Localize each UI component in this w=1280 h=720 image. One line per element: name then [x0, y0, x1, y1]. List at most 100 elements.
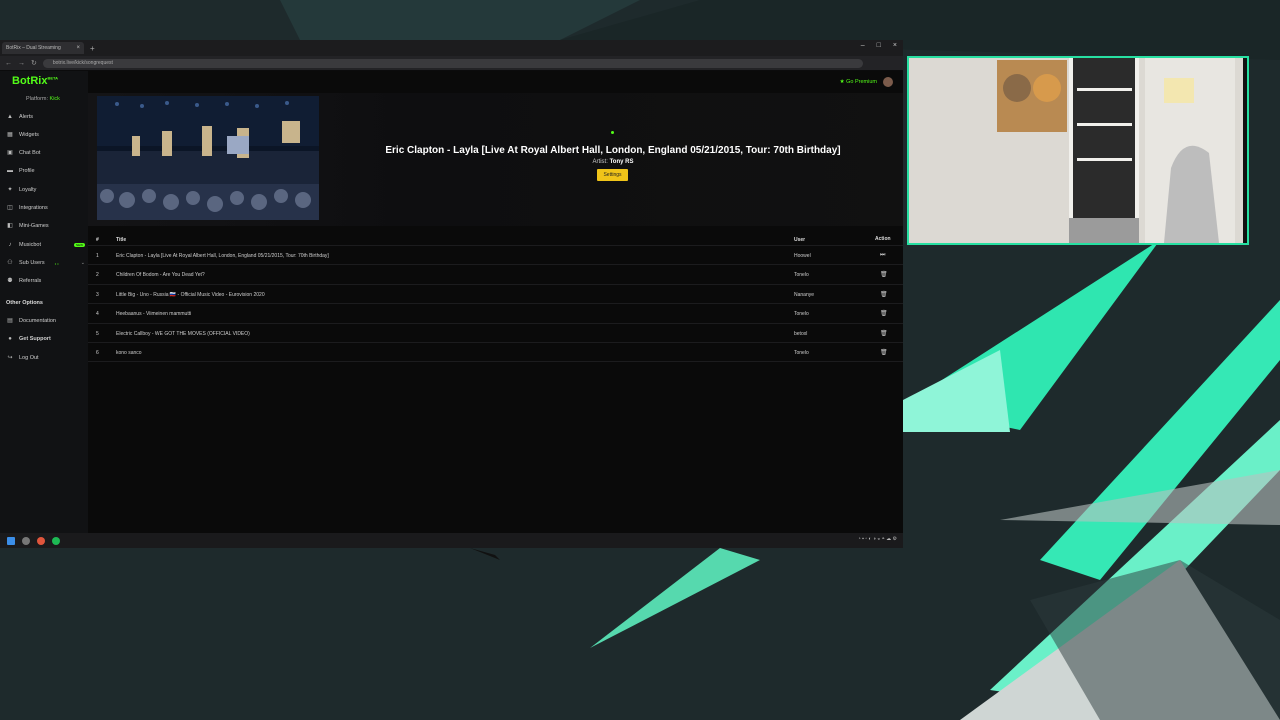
artist-value: Tony RS [609, 159, 634, 165]
row-num: 2 [96, 272, 99, 279]
row-user: Tonelo [794, 311, 809, 318]
delete-icon[interactable]: 🗑 [880, 330, 888, 337]
widget-icon: ▦ [7, 132, 13, 138]
sidebar-item-loyalty[interactable]: ✦ Loyalty [7, 187, 85, 193]
status-dots-icon: • • [54, 260, 59, 266]
row-num: 6 [96, 349, 99, 356]
integrations-icon: ◫ [7, 205, 13, 211]
sidebar-item-label: Sub Users [19, 260, 45, 266]
sidebar-item-label: Integrations [19, 205, 48, 211]
start-menu-icon[interactable] [7, 536, 15, 545]
docs-icon: ▤ [7, 318, 13, 324]
skip-icon[interactable]: ⏭ [880, 252, 885, 259]
col-action-header: Action [875, 236, 891, 242]
row-num: 3 [96, 291, 99, 298]
row-title: kono sanco [116, 349, 142, 356]
sidebar-item-integrations[interactable]: ◫ Integrations [7, 205, 85, 211]
close-window-icon[interactable]: × [893, 42, 897, 49]
sidebar-item-label: Chat Bot [19, 150, 41, 156]
browser-app-icon[interactable] [37, 536, 45, 545]
now-playing-artist: Artist: Tony RS [368, 159, 858, 165]
delete-icon[interactable]: 🗑 [880, 310, 888, 317]
webcam-image [909, 58, 1247, 243]
chevron-down-icon[interactable]: ⌄ [81, 260, 85, 266]
table-row: 6 kono sanco Tonelo 🗑 [88, 343, 903, 363]
delete-icon[interactable]: 🗑 [880, 291, 888, 298]
users-icon: ⚇ [7, 260, 13, 266]
go-premium-button[interactable]: ★ Go Premium [840, 79, 877, 85]
system-tray: ◔ ▪ ▫ ◐ ◑ ◒ ◓ ☁ ⚙ [858, 536, 897, 542]
logo-text: BotRix [12, 75, 48, 87]
back-icon[interactable]: ← [5, 60, 12, 67]
delete-icon[interactable]: 🗑 [880, 349, 888, 356]
new-tab-icon[interactable]: + [90, 44, 95, 53]
sidebar-item-alerts[interactable]: ▲ Alerts [7, 114, 85, 120]
other-options-title: Other Options [6, 300, 43, 306]
sidebar-item-log-out[interactable]: ↪ Log Out [7, 355, 85, 361]
go-premium-label: Go Premium [846, 79, 877, 85]
alert-icon: ▲ [7, 114, 13, 120]
close-tab-icon[interactable]: × [76, 45, 80, 51]
row-title: Eric Clapton - Layla [Live At Royal Albe… [116, 253, 329, 259]
tab-bar: BotRix – Dual Streaming × + – □ × [0, 40, 903, 56]
platform-value: Kick [49, 96, 60, 102]
table-row: 4 Heebaanus - Viimeinen mammutti Tonelo … [88, 304, 903, 324]
sidebar-item-label: Widgets [19, 132, 39, 138]
sidebar-item-mini-games[interactable]: ◧ Mini-Games [7, 223, 85, 229]
sidebar-item-sub-users[interactable]: ⚇ Sub Users • • ⌄ [7, 260, 85, 266]
tray-icons[interactable]: ◔ ▪ ▫ ◐ ◑ ◒ ◓ ☁ ⚙ [858, 536, 897, 542]
sidebar-item-widgets[interactable]: ▦ Widgets [7, 132, 85, 138]
spotify-icon[interactable] [52, 536, 60, 545]
table-row: 1 Eric Clapton - Layla [Live At Royal Al… [88, 246, 903, 266]
sidebar-item-label: Get Support [19, 336, 51, 342]
referrals-icon: ⚉ [7, 278, 13, 284]
url-input[interactable]: botrix.live/kick/songrequest [42, 58, 863, 68]
row-num: 1 [96, 253, 99, 259]
loyalty-icon: ✦ [7, 187, 13, 193]
logout-icon: ↪ [7, 355, 13, 361]
row-user: Hoowel [794, 253, 811, 259]
obs-icon[interactable] [22, 536, 30, 545]
now-playing-panel: Eric Clapton - Layla [Live At Royal Albe… [88, 93, 903, 226]
maximize-icon[interactable]: □ [877, 42, 881, 49]
reload-icon[interactable]: ↻ [31, 59, 37, 67]
sidebar-item-get-support[interactable]: ● Get Support [7, 336, 85, 342]
games-icon: ◧ [7, 223, 13, 229]
main-content: ★ Go Premium Eric Clapton - Layla [Live … [88, 71, 903, 534]
sidebar-item-musicbot[interactable]: ♪ Musicbot NEW [7, 242, 85, 248]
minimize-icon[interactable]: – [861, 42, 865, 49]
top-right-actions: ★ Go Premium [840, 77, 893, 87]
song-queue-table: # Title User Action 1 Eric Clapton - Lay… [88, 233, 903, 363]
logo[interactable]: BotRixBETA [12, 75, 58, 87]
music-icon: ♪ [8, 242, 12, 248]
sidebar-item-label: Mini-Games [19, 223, 49, 229]
sidebar-item-documentation[interactable]: ▤ Documentation [7, 318, 85, 324]
delete-icon[interactable]: 🗑 [880, 271, 888, 278]
table-row: 5 Electric Callboy - WE GOT THE MOVES (O… [88, 324, 903, 343]
settings-button[interactable]: Settings [597, 169, 628, 181]
row-user: Tonelo [794, 349, 809, 356]
platform-label: Platform: [26, 96, 49, 102]
sidebar-item-chat-bot[interactable]: ▣ Chat Bot [7, 150, 85, 156]
botrix-app: BotRixBETA Platform: Kick ▲ Alerts ▦ Widge… [0, 71, 903, 534]
col-title-header: Title [116, 237, 127, 243]
browser-tab[interactable]: BotRix – Dual Streaming × [2, 42, 84, 54]
row-title: Little Big - Uno - Russia 🇷🇺 - Official … [116, 291, 265, 298]
sidebar-item-referrals[interactable]: ⚉ Referrals [7, 278, 85, 284]
new-badge: NEW [74, 243, 85, 247]
sidebar-item-profile[interactable]: ▬ Profile [7, 168, 85, 174]
sidebar-item-label: Alerts [19, 114, 34, 120]
sidebar-item-label: Log Out [19, 355, 39, 361]
row-num: 5 [96, 330, 99, 337]
row-user: Nananye [794, 291, 815, 298]
artist-label: Artist: [592, 159, 608, 165]
forward-icon[interactable]: → [18, 60, 25, 67]
table-row: 2 Children Of Bodom - Are You Dead Yet? … [88, 265, 903, 285]
address-bar: ← → ↻ botrix.live/kick/songrequest [0, 56, 903, 70]
sidebar: BotRixBETA Platform: Kick ▲ Alerts ▦ Widge… [0, 71, 88, 534]
avatar[interactable] [883, 77, 893, 87]
sidebar-item-label: Documentation [19, 318, 56, 324]
support-icon: ● [8, 336, 12, 342]
video-thumbnail[interactable] [97, 96, 319, 220]
sidebar-item-label: Loyalty [19, 187, 37, 193]
